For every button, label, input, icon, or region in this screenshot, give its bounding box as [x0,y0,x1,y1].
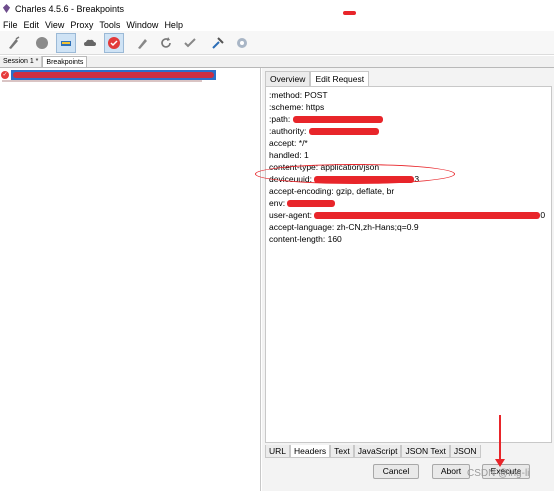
tools-icon[interactable] [208,33,228,53]
tab-session-1[interactable]: Session 1 * [0,56,43,67]
annotation-arrow [499,415,501,463]
throttle-icon[interactable] [56,32,76,53]
abort-button[interactable]: Abort [432,464,470,479]
header-path-label: :path: [269,114,291,124]
cancel-button[interactable]: Cancel [373,464,419,479]
broom-icon[interactable] [4,33,24,53]
top-tab-bar: Overview Edit Request [265,70,370,86]
header-authority: :authority: [269,126,379,137]
breakpoint-icon[interactable] [104,32,124,53]
record-icon[interactable] [32,33,52,53]
header-user-agent: user-agent: 0 [269,210,545,221]
redaction-mark [13,72,214,78]
cloud-icon[interactable] [80,33,100,53]
header-authority-label: :authority: [269,126,307,136]
tab-json-text[interactable]: JSON Text [401,445,450,458]
redaction-mark [308,128,379,136]
redaction-mark [343,11,356,15]
menu-window[interactable]: Window [123,20,161,30]
settings-icon[interactable] [232,33,252,53]
bottom-tab-bar: URL Headers Text JavaScript JSON Text JS… [265,445,481,459]
header-path: :path: [269,114,383,125]
header-accept-encoding: accept-encoding: gzip, deflate, br [269,186,395,196]
tab-edit-request[interactable]: Edit Request [310,71,370,86]
row-suffix: t [218,70,221,79]
menu-edit[interactable]: Edit [21,20,43,30]
header-handled: handled: 1 [269,150,309,160]
menu-file[interactable]: File [0,20,21,30]
tab-javascript[interactable]: JavaScript [353,445,402,458]
header-accept: accept: */* [269,138,308,148]
breakpoint-icon: ✓ [1,71,9,79]
redaction-mark [287,200,336,208]
annotation-arrow-head [495,459,505,467]
menu-tools[interactable]: Tools [96,20,123,30]
highlight-ellipse [255,164,455,184]
header-user-agent-label: user-agent: [269,210,312,220]
title-bar: Charles 4.5.6 - Breakpoints [0,0,554,17]
session-tab-bar: Session 1 * Breakpoints [0,56,554,68]
tab-overview[interactable]: Overview [265,71,311,86]
redaction-mark [2,80,202,82]
header-method: :method: POST [269,90,328,100]
menu-bar: File Edit View Proxy Tools Window Help [0,17,554,32]
pen-icon[interactable] [132,33,152,53]
watermark: CSDN @ing-li [467,468,530,479]
tab-headers[interactable]: Headers [290,445,331,458]
request-headers-editor[interactable]: :method: POST :scheme: https :path: :aut… [265,86,552,443]
redaction-mark [292,116,383,124]
header-accept-language: accept-language: zh-CN,zh-Hans;q=0.9 [269,222,419,232]
selected-request-row[interactable] [11,70,216,80]
header-content-length: content-length: 160 [269,234,342,244]
header-env: env: [269,198,336,209]
toolbar [0,31,554,55]
tab-breakpoints[interactable]: Breakpoints [42,56,88,67]
redaction-mark [314,212,541,220]
request-tree-pane: ✓ t [0,68,261,491]
header-scheme: :scheme: https [269,102,325,112]
tab-json[interactable]: JSON [449,445,481,458]
charles-logo-icon [2,4,11,13]
edit-request-pane: Overview Edit Request :method: POST :sch… [262,68,554,491]
menu-help[interactable]: Help [161,20,186,30]
menu-view[interactable]: View [42,20,67,30]
header-env-label: env: [269,198,286,208]
refresh-icon[interactable] [156,33,176,53]
header-user-agent-suffix: 0 [540,210,546,220]
window-title: Charles 4.5.6 - Breakpoints [15,3,125,14]
tab-text[interactable]: Text [330,445,354,458]
list-item[interactable]: ✓ t [0,70,221,80]
tab-url[interactable]: URL [265,445,291,458]
menu-proxy[interactable]: Proxy [67,20,96,30]
check-icon[interactable] [180,33,200,53]
